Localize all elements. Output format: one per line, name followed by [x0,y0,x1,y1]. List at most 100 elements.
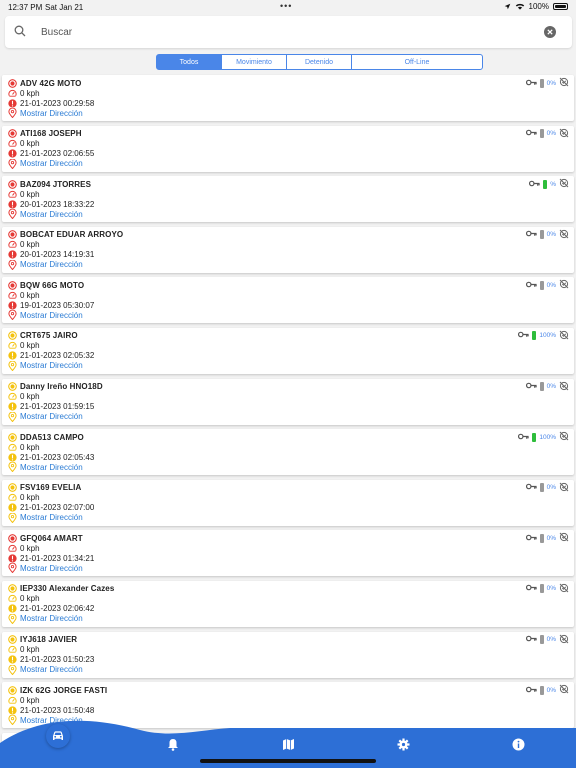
battery-level-icon [532,331,537,341]
vehicle-card[interactable]: DDA513 CAMPO 0 kph 21-01-2023 02:05:43 Most… [2,429,574,476]
multitasking-dots-icon[interactable]: ••• [280,1,292,11]
vehicle-card[interactable]: FSV169 EVELIA 0 kph 21-01-2023 02:07:00 Mos… [2,479,574,526]
show-address-link[interactable]: Mostrar Dirección [20,513,83,522]
vehicle-speed-row: 0 kph [7,493,40,503]
vehicle-speed: 0 kph [20,88,40,98]
nav-alerts-button[interactable] [165,736,181,752]
vehicle-name: BAZ094 JTORRES [20,179,92,189]
nav-settings-button[interactable] [395,736,411,752]
vehicle-card[interactable]: BOBCAT EDUAR ARROYO 0 kph 20-01-2023 14:19… [2,226,574,273]
show-address-link[interactable]: Mostrar Dirección [20,260,83,269]
vehicle-card[interactable]: GFQ064 AMART 0 kph 21-01-2023 01:34:21 Most… [2,530,574,577]
vehicle-address-row[interactable]: Mostrar Dirección [7,360,83,371]
vehicle-address-row[interactable]: Mostrar Dirección [7,664,83,675]
alert-icon [7,402,17,412]
alert-icon [7,655,17,665]
vehicle-speed-row: 0 kph [7,695,40,705]
vehicle-status-indicators: 0% [525,229,569,240]
speedometer-icon [7,341,17,351]
vehicle-address-row[interactable]: Mostrar Dirección [7,462,83,473]
battery-level-icon [539,382,544,392]
ignition-key-icon [525,686,537,695]
show-address-link[interactable]: Mostrar Dirección [20,665,83,674]
gps-off-icon [559,178,569,190]
location-pin-icon [7,563,17,574]
show-address-link[interactable]: Mostrar Dirección [20,412,83,421]
vehicle-timestamp: 21-01-2023 02:05:32 [20,351,95,361]
vehicle-address-row[interactable]: Mostrar Dirección [7,613,83,624]
vehicle-address-row[interactable]: Mostrar Dirección [7,563,83,574]
battery-level-icon [539,635,544,645]
location-pin-icon [7,512,17,523]
show-address-link[interactable]: Mostrar Dirección [20,311,83,320]
vehicle-address-row[interactable]: Mostrar Dirección [7,209,83,220]
battery-percent: 0% [546,636,556,644]
filter-tab-movimiento[interactable]: Movimiento [221,54,287,70]
nav-vehicles-button[interactable] [46,724,70,748]
battery-level-icon [539,685,544,695]
filter-segmented-control: Todos Movimiento Detenido Off-Line [156,54,483,70]
filter-tab-detenido[interactable]: Detenido [286,54,352,70]
vehicle-address-row[interactable]: Mostrar Dirección [7,411,83,422]
vehicle-name-row: ATI168 JOSEPH [7,129,82,139]
vehicle-time-row: 20-01-2023 14:19:31 [7,250,94,260]
battery-percent: 0% [546,686,556,694]
nav-map-button[interactable] [280,736,296,752]
status-dot-icon [7,129,17,139]
vehicle-address-row[interactable]: Mostrar Dirección [7,310,83,321]
show-address-link[interactable]: Mostrar Dirección [20,361,83,370]
vehicle-address-row[interactable]: Mostrar Dirección [7,108,83,118]
vehicle-speed-row: 0 kph [7,240,40,250]
vehicle-time-row: 20-01-2023 18:33:22 [7,199,94,209]
vehicle-timestamp: 21-01-2023 02:06:55 [20,149,95,159]
filter-tab-offline[interactable]: Off-Line [351,54,483,70]
vehicle-timestamp: 21-01-2023 01:50:48 [20,705,95,715]
show-address-link[interactable]: Mostrar Dirección [20,159,83,168]
ignition-key-icon [525,534,537,543]
vehicle-card[interactable]: IEP330 Alexander Cazes 0 kph 21-01-2023 02… [2,580,574,627]
filter-tab-todos[interactable]: Todos [156,54,222,70]
info-icon [512,738,524,750]
vehicle-speed-row: 0 kph [7,341,40,351]
vehicle-card[interactable]: IYJ618 JAVIER 0 kph 21-01-2023 01:50:23 Mos… [2,631,574,678]
vehicle-name-row: BAZ094 JTORRES [7,179,91,189]
show-address-link[interactable]: Mostrar Dirección [20,109,83,118]
vehicle-name-row: GFQ064 AMART [7,533,83,543]
alert-icon [7,705,17,715]
vehicle-speed: 0 kph [20,341,40,351]
vehicle-card[interactable]: Danny Ireño HNO18D 0 kph 21-01-2023 01:59:… [2,378,574,425]
vehicle-card[interactable]: ATI168 JOSEPH 0 kph 21-01-2023 02:06:55 Mos… [2,125,574,172]
ignition-key-icon [525,382,537,391]
status-dot-icon [7,179,17,189]
vehicle-timestamp: 21-01-2023 01:59:15 [20,402,95,412]
show-address-link[interactable]: Mostrar Dirección [20,614,83,623]
vehicle-time-row: 21-01-2023 01:34:21 [7,553,94,563]
vehicle-status-indicators: 0% [525,381,569,392]
ignition-key-icon [525,281,537,290]
gps-off-icon [559,431,569,443]
nav-info-button[interactable] [510,736,526,752]
battery-level-icon [532,432,537,442]
vehicle-status-indicators: % [529,178,569,190]
show-address-link[interactable]: Mostrar Dirección [20,463,83,472]
vehicle-timestamp: 20-01-2023 18:33:22 [20,199,95,209]
speedometer-icon [7,189,17,199]
vehicle-address-row[interactable]: Mostrar Dirección [7,158,83,169]
vehicle-card[interactable]: BAZ094 JTORRES 0 kph 20-01-2023 18:33:22 Mo… [2,176,574,223]
vehicle-name: ATI168 JOSEPH [20,129,82,139]
battery-percent: 0% [546,130,556,138]
vehicle-card[interactable]: BQW 66G MOTO 0 kph 19-01-2023 05:30:07 Most… [2,277,574,324]
battery-percent: 0% [546,79,556,87]
vehicle-address-row[interactable]: Mostrar Dirección [7,259,83,270]
gps-off-icon [559,634,569,646]
search-bar [5,16,572,48]
search-input[interactable] [41,24,531,40]
vehicle-address-row[interactable]: Mostrar Dirección [7,512,83,523]
show-address-link[interactable]: Mostrar Dirección [20,564,83,573]
vehicle-card[interactable]: CRT675 JAIRO 0 kph 21-01-2023 02:05:32 Most… [2,327,574,374]
vehicle-name: CRT675 JAIRO [20,331,78,341]
show-address-link[interactable]: Mostrar Dirección [20,210,83,219]
clear-search-icon[interactable] [544,26,556,38]
vehicle-card[interactable]: ADV 42G MOTO 0 kph 21-01-2023 00:29:58 Most… [2,75,574,121]
speedometer-icon [7,645,17,655]
